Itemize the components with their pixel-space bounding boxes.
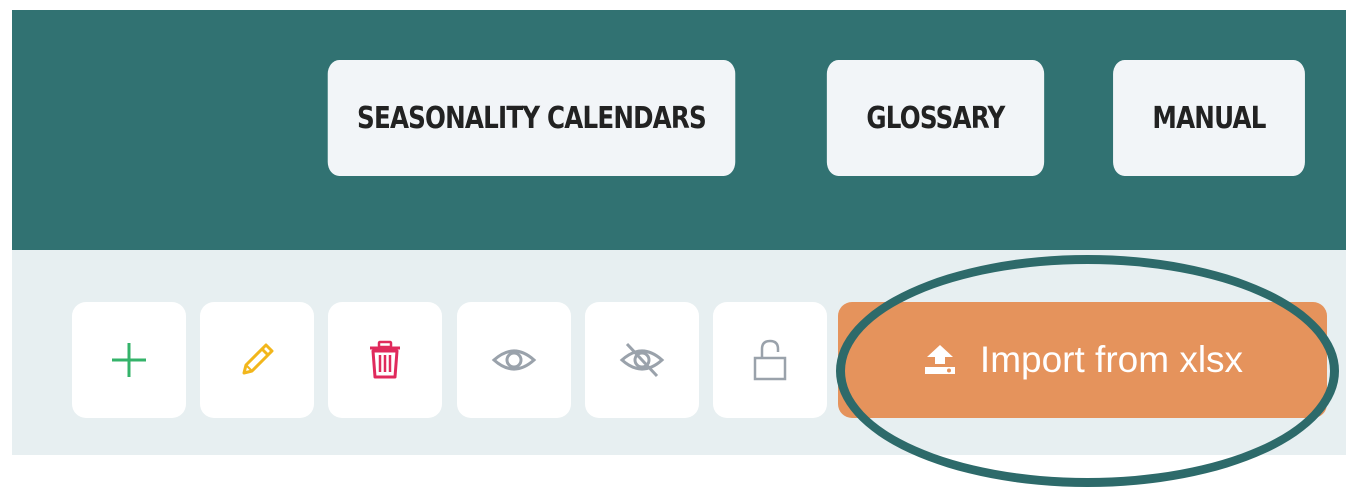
import-from-xlsx-button[interactable]: Import from xlsx [838,302,1327,418]
delete-button[interactable] [328,302,442,418]
upload-icon [924,345,955,374]
plus-icon [112,343,146,377]
manual-button[interactable]: MANUAL [1113,60,1305,176]
eye-off-icon [619,342,665,378]
pencil-icon [242,343,274,375]
seasonality-calendars-label: SEASONALITY CALENDARS [357,100,707,136]
eye-icon [491,349,537,371]
glossary-label: GLOSSARY [866,100,1005,136]
add-button[interactable] [72,302,186,418]
manual-label: MANUAL [1152,100,1266,136]
import-label: Import from xlsx [979,339,1244,380]
glossary-button[interactable]: GLOSSARY [826,60,1045,176]
unlock-button[interactable] [713,302,827,418]
trash-icon [370,340,400,379]
hide-button[interactable] [585,302,699,418]
show-button[interactable] [457,302,571,418]
unlock-icon [753,339,787,381]
seasonality-calendars-button[interactable]: SEASONALITY CALENDARS [327,60,736,176]
edit-button[interactable] [200,302,314,418]
